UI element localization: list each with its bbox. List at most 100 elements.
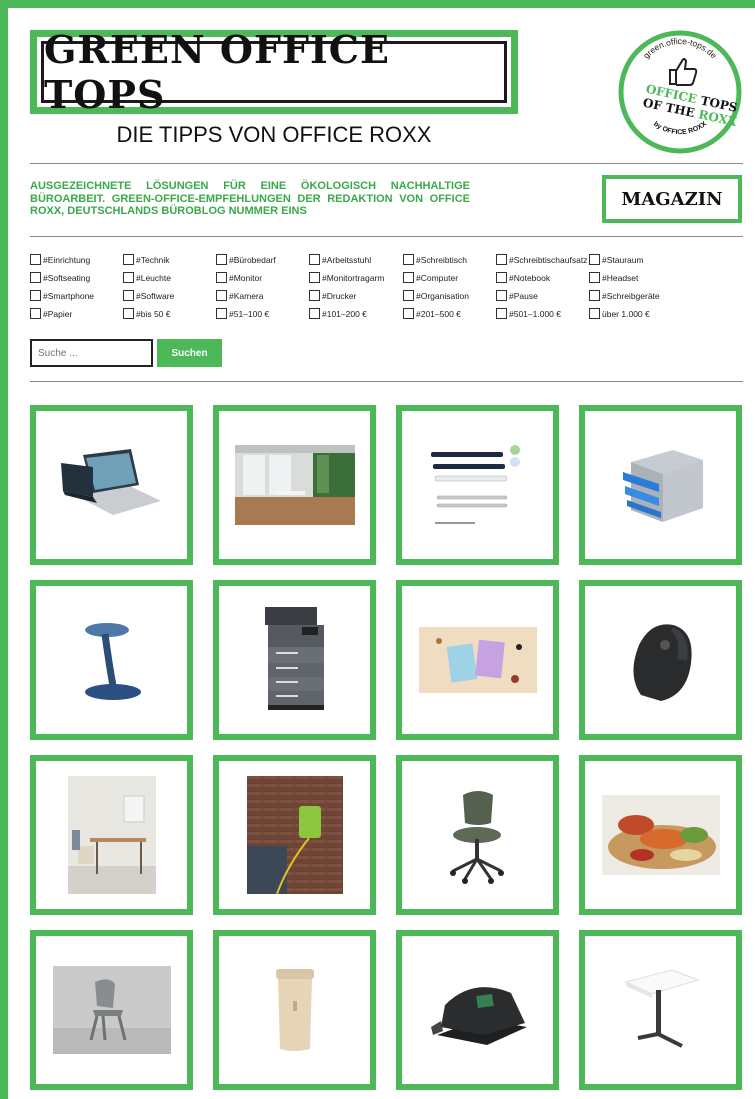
- tag-checkbox[interactable]: [30, 308, 41, 319]
- tag-label: #Software: [136, 290, 175, 301]
- product-card[interactable]: [396, 930, 559, 1090]
- magazin-button[interactable]: MAGAZIN: [602, 175, 742, 223]
- tag-label: #Einrichtung: [43, 254, 91, 265]
- tag-checkbox[interactable]: [589, 308, 600, 319]
- tag-label: #Notebook: [509, 272, 551, 283]
- tag-filter[interactable]: #Headset: [589, 271, 679, 284]
- tag-checkbox[interactable]: [216, 272, 227, 283]
- tag-checkbox[interactable]: [123, 308, 134, 319]
- product-card[interactable]: [30, 405, 193, 565]
- tag-label: über 1.000 €: [602, 308, 650, 319]
- tag-checkbox[interactable]: [123, 272, 134, 283]
- tag-checkbox[interactable]: [403, 272, 414, 283]
- tag-filter[interactable]: #Schreibtischaufsatz: [496, 253, 589, 266]
- tag-label: #Monitortragarm: [322, 272, 385, 283]
- search-input[interactable]: [30, 339, 153, 367]
- tag-filter[interactable]: #Software: [123, 289, 216, 302]
- tag-label: #101–200 €: [322, 308, 367, 319]
- tag-filter[interactable]: #Einrichtung: [30, 253, 123, 266]
- tag-checkbox[interactable]: [589, 290, 600, 301]
- tag-filter[interactable]: #Notebook: [496, 271, 589, 284]
- tag-filter[interactable]: #Computer: [403, 271, 496, 284]
- tag-filter[interactable]: #Stauraum: [589, 253, 679, 266]
- tag-label: #Organisation: [416, 290, 469, 301]
- tag-filter[interactable]: #Bürobedarf: [216, 253, 309, 266]
- tag-filter[interactable]: #Papier: [30, 307, 123, 320]
- tag-checkbox[interactable]: [216, 308, 227, 319]
- product-card[interactable]: [213, 755, 376, 915]
- tag-label: #bis 50 €: [136, 308, 171, 319]
- tag-filter[interactable]: #Kamera: [216, 289, 309, 302]
- tag-label: #Smartphone: [43, 290, 95, 301]
- tag-checkbox[interactable]: [496, 272, 507, 283]
- product-card[interactable]: [579, 580, 742, 740]
- product-card[interactable]: [213, 405, 376, 565]
- ev-charger-icon: [246, 776, 343, 894]
- vertical-mouse-icon: [621, 615, 701, 705]
- tag-filter[interactable]: #Organisation: [403, 289, 496, 302]
- tag-checkbox[interactable]: [309, 290, 320, 301]
- tag-filter[interactable]: #51–100 €: [216, 307, 309, 320]
- tag-checkbox[interactable]: [403, 308, 414, 319]
- tag-filter[interactable]: #101–200 €: [309, 307, 403, 320]
- product-card[interactable]: [579, 405, 742, 565]
- standing-desk-icon: [616, 960, 706, 1060]
- tag-label: #51–100 €: [229, 308, 270, 319]
- tag-label: #Papier: [43, 308, 73, 319]
- tag-filter[interactable]: #501–1.000 €: [496, 307, 589, 320]
- tag-filter[interactable]: #Schreibtisch: [403, 253, 496, 266]
- product-card[interactable]: [579, 755, 742, 915]
- divider-top: [30, 163, 743, 164]
- site-logo-text: GREEN OFFICE TOPS: [41, 27, 507, 117]
- tag-label: #Schreibtischaufsatz: [509, 254, 588, 265]
- tag-checkbox[interactable]: [30, 254, 41, 265]
- tag-checkbox[interactable]: [309, 254, 320, 265]
- tag-checkbox[interactable]: [496, 290, 507, 301]
- tag-checkbox[interactable]: [30, 290, 41, 301]
- tag-checkbox[interactable]: [403, 254, 414, 265]
- tag-filter[interactable]: #Leuchte: [123, 271, 216, 284]
- tag-label: #Headset: [602, 272, 639, 283]
- printer-icon: [260, 603, 330, 718]
- tag-checkbox[interactable]: [309, 308, 320, 319]
- office-tops-badge-icon[interactable]: green.office-tops.de OFFICE TOPS OF THE …: [618, 30, 742, 154]
- tag-checkbox[interactable]: [403, 290, 414, 301]
- tag-filter[interactable]: #Arbeitsstuhl: [309, 253, 403, 266]
- product-card[interactable]: [213, 930, 376, 1090]
- product-card[interactable]: [396, 580, 559, 740]
- product-card[interactable]: [213, 580, 376, 740]
- product-card[interactable]: [579, 930, 742, 1090]
- tag-checkbox[interactable]: [123, 290, 134, 301]
- tag-filter[interactable]: #Smartphone: [30, 289, 123, 302]
- tag-filter[interactable]: #Pause: [496, 289, 589, 302]
- tag-checkbox[interactable]: [496, 308, 507, 319]
- tag-filter-grid: #Einrichtung #Technik #Bürobedarf #Arbeitss…: [30, 253, 750, 320]
- tag-filter[interactable]: über 1.000 €: [589, 307, 679, 320]
- tag-label: #Computer: [416, 272, 459, 283]
- tag-filter[interactable]: #Monitor: [216, 271, 309, 284]
- search-button[interactable]: Suchen: [157, 339, 222, 367]
- tag-checkbox[interactable]: [496, 254, 507, 265]
- product-card[interactable]: [396, 755, 559, 915]
- product-card[interactable]: [396, 405, 559, 565]
- tag-filter[interactable]: #Drucker: [309, 289, 403, 302]
- tag-checkbox[interactable]: [216, 254, 227, 265]
- tag-filter[interactable]: #Schreibgeräte: [589, 289, 679, 302]
- tag-filter[interactable]: #Technik: [123, 253, 216, 266]
- tag-checkbox[interactable]: [309, 272, 320, 283]
- product-card[interactable]: [30, 930, 193, 1090]
- stool-icon: [67, 610, 157, 710]
- product-card[interactable]: [30, 580, 193, 740]
- tag-filter[interactable]: #201–500 €: [403, 307, 496, 320]
- tag-checkbox[interactable]: [123, 254, 134, 265]
- tag-filter[interactable]: #bis 50 €: [123, 307, 216, 320]
- tag-checkbox[interactable]: [589, 272, 600, 283]
- tag-checkbox[interactable]: [589, 254, 600, 265]
- tag-checkbox[interactable]: [216, 290, 227, 301]
- tag-checkbox[interactable]: [30, 272, 41, 283]
- tag-filter[interactable]: #Softseating: [30, 271, 123, 284]
- product-card[interactable]: [30, 755, 193, 915]
- tag-label: #201–500 €: [416, 308, 461, 319]
- site-logo[interactable]: GREEN OFFICE TOPS: [30, 27, 518, 117]
- tag-filter[interactable]: #Monitortragarm: [309, 271, 403, 284]
